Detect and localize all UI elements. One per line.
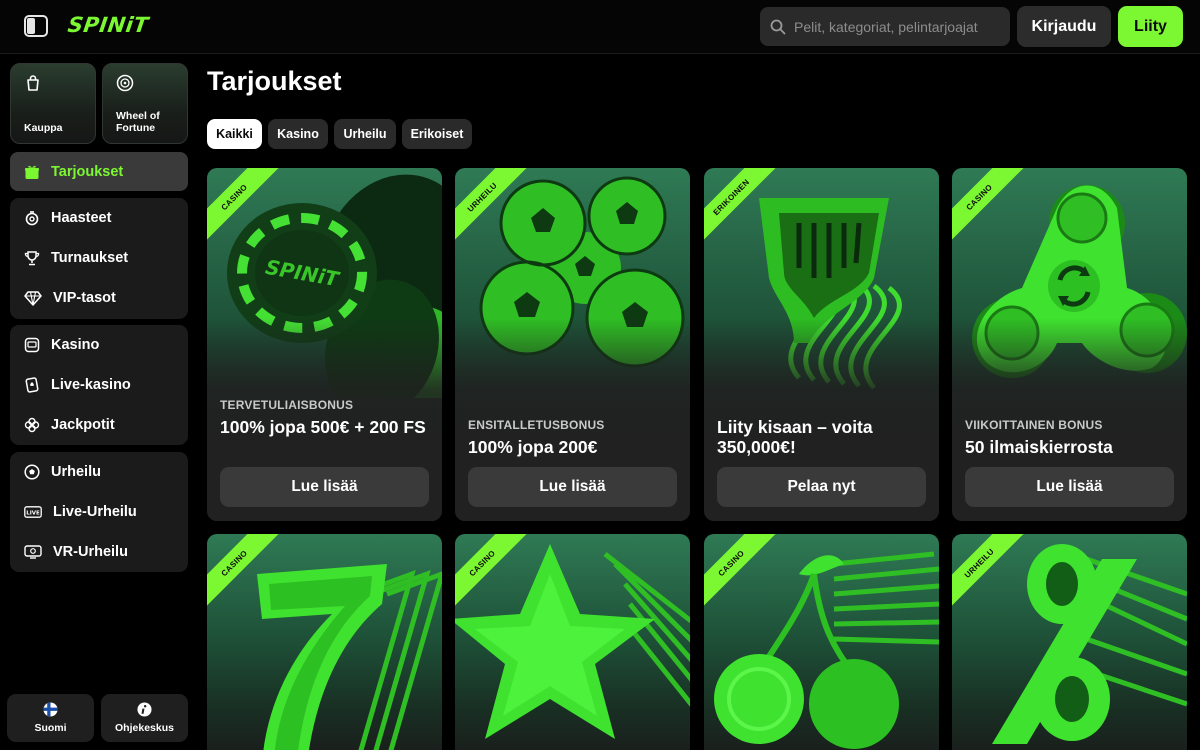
gift-icon [25,165,39,179]
promo-subtitle: ENSITALLETUSBONUS [468,418,605,432]
filter-chip-sports[interactable]: Urheilu [334,119,396,149]
sidebar-item-label: Turnaukset [51,250,129,266]
live-badge-icon: LIVE [24,506,42,518]
promo-card[interactable]: URHEILU ENSITALLETUSBONUS 100% jopa 200€… [455,168,690,521]
sidebar-item-sports[interactable]: Urheilu [10,452,188,492]
sidebar-item-tournaments[interactable]: Turnaukset [10,238,188,278]
top-header: SPINiT Kirjaudu Liity [0,0,1200,54]
soccer-ball-icon [24,464,40,480]
search-icon [770,19,786,34]
promo-title: 100% jopa 200€ [468,437,598,457]
sidebar-item-offers[interactable]: Tarjoukset [10,152,188,191]
diamond-icon [24,291,42,306]
read-more-button[interactable]: Lue lisää [468,467,677,507]
sidebar-item-label: Urheilu [51,464,101,480]
sidebar-item-label: VR-Urheilu [53,544,128,560]
sidebar-tile-label: Wheel of Fortune [116,110,160,134]
sidebar-item-label: VIP-tasot [53,290,116,306]
sidebar-tile-wheel[interactable]: Wheel of Fortune [102,63,188,144]
sidebar-tile-shop[interactable]: Kauppa [10,63,96,144]
filter-chip-all[interactable]: Kaikki [207,119,262,149]
sidebar-toggle-icon[interactable] [24,15,48,37]
help-center-label: Ohjekeskus [115,722,174,734]
svg-text:LIVE: LIVE [26,510,40,516]
sidebar-group-casino: Kasino Live-kasino Jackpotit [10,325,188,445]
promo-title: Liity kisaan – voita 350,000€! [717,417,873,457]
finland-flag-icon [43,702,58,717]
sidebar-item-label: Haasteet [51,210,112,226]
promo-card[interactable]: CASINO VIIKOITTAINEN BONUS 50 ilmaiskier… [952,168,1187,521]
promo-subtitle: VIIKOITTAINEN BONUS [965,418,1103,432]
brand-logo[interactable]: SPINiT [66,13,150,37]
promo-title: 100% jopa 500€ + 200 FS [220,417,426,437]
login-button[interactable]: Kirjaudu [1017,6,1111,47]
sidebar-item-label: Tarjoukset [51,163,124,180]
sidebar-item-vr-sports[interactable]: VR-Urheilu [10,532,188,572]
play-now-button[interactable]: Pelaa nyt [717,467,926,507]
info-icon [137,702,152,717]
language-label: Suomi [34,722,67,734]
trophy-icon [24,251,40,266]
sidebar-tile-label: Kauppa [24,122,63,134]
promo-title: 50 ilmaiskierrosta [965,437,1113,457]
filter-chip-casino[interactable]: Kasino [268,119,328,149]
sidebar-item-label: Kasino [51,337,100,353]
page-title: Tarjoukset [207,66,342,96]
sidebar-item-live-casino[interactable]: Live-kasino [10,365,188,405]
promo-subtitle: TERVETULIAISBONUS [220,398,354,412]
read-more-button[interactable]: Lue lisää [965,467,1174,507]
sidebar-item-label: Live-kasino [51,377,131,393]
filter-chip-specials[interactable]: Erikoiset [402,119,472,149]
sidebar-item-vip[interactable]: VIP-tasot [10,278,188,318]
search-input[interactable] [794,18,994,35]
help-center-button[interactable]: Ohjekeskus [101,694,188,742]
sidebar-item-label: Live-Urheilu [53,504,137,520]
promo-card[interactable]: ERIKOINEN Liity kisaan – voita 350,000€!… [704,168,939,521]
shopping-bag-icon [27,75,39,91]
sidebar-item-jackpots[interactable]: Jackpotit [10,405,188,445]
language-button[interactable]: Suomi [7,694,94,742]
promo-card[interactable]: CASINO [207,534,442,750]
sidebar-item-casino[interactable]: Kasino [10,325,188,365]
sidebar-item-live-sports[interactable]: LIVE Live-Urheilu [10,492,188,532]
promo-card[interactable]: URHEILU [952,534,1187,750]
sidebar-item-challenges[interactable]: Haasteet [10,198,188,238]
sidebar-group-sports: Urheilu LIVE Live-Urheilu VR-Urheilu [10,452,188,572]
sidebar-item-label: Jackpotit [51,417,115,433]
slot-machine-icon [24,337,40,353]
sidebar-group-rewards: Haasteet Turnaukset VIP-tasot [10,198,188,319]
promo-card[interactable]: CASINO [704,534,939,750]
promo-card[interactable]: CASINO [455,534,690,750]
vr-screen-icon [24,545,42,559]
clover-icon [24,417,40,433]
challenge-icon [25,211,39,226]
wheel-icon [116,74,134,92]
promo-card[interactable]: SPINiT CASINO TERVETULIAISBONUS 100% jop… [207,168,442,521]
read-more-button[interactable]: Lue lisää [220,467,429,507]
spade-card-icon [25,377,39,393]
search-box[interactable] [760,7,1010,46]
join-button[interactable]: Liity [1118,6,1183,47]
